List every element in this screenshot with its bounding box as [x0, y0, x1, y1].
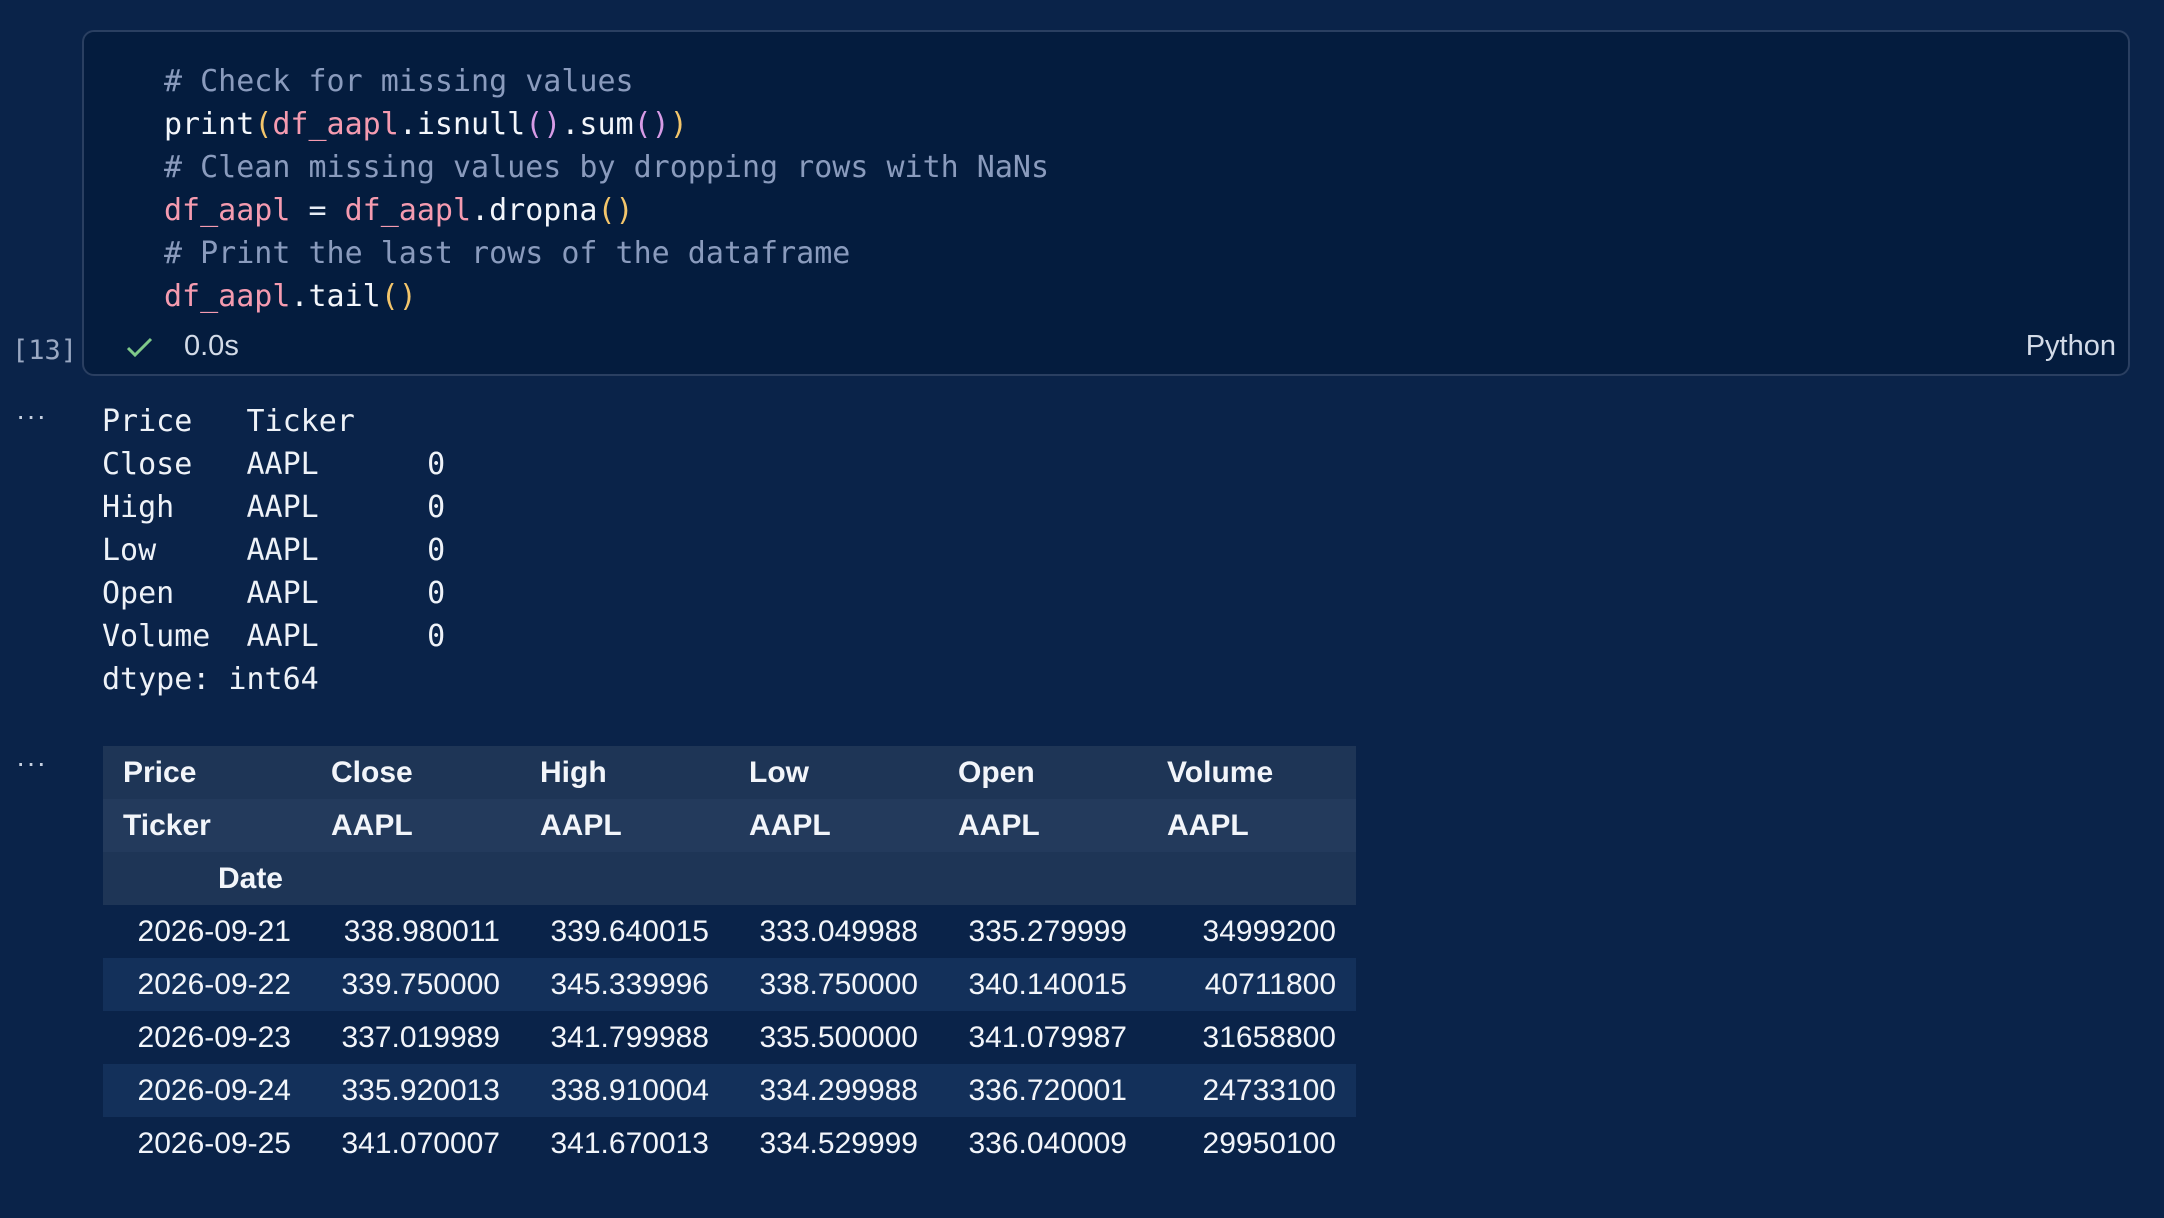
table-cell: 335.500000	[759, 1020, 919, 1054]
index-header-cell: Date	[217, 861, 283, 895]
execution-count: [13]	[12, 335, 78, 366]
table-cell: 341.670013	[550, 1126, 710, 1160]
code-line-3: # Clean missing values by dropping rows …	[164, 146, 1049, 189]
code-line-1: # Check for missing values	[164, 60, 1049, 103]
index-cell: 2026-09-23	[137, 1020, 291, 1054]
header-cell: AAPL	[749, 808, 831, 842]
table-cell: 337.019989	[341, 1020, 501, 1054]
header-cell: Low	[749, 755, 809, 789]
code-variable: df_aapl	[344, 193, 472, 228]
table-cell: 339.750000	[341, 967, 501, 1001]
header-cell: AAPL	[331, 808, 413, 842]
header-cell: Price	[123, 755, 197, 789]
table-header-row: Price Close High Low Open Volume	[103, 746, 1356, 799]
table-cell: 336.040009	[968, 1126, 1128, 1160]
table-cell: 334.299988	[759, 1073, 919, 1107]
table-cell: 333.049988	[759, 914, 919, 948]
table-header-row: Ticker AAPL AAPL AAPL AAPL AAPL	[103, 799, 1356, 852]
code-editor[interactable]: # Check for missing values print(df_aapl.…	[164, 60, 1049, 318]
header-cell: Open	[958, 755, 1035, 789]
code-method: .isnull	[398, 107, 526, 142]
table-cell: 335.279999	[968, 914, 1128, 948]
table-cell: 336.720001	[968, 1073, 1128, 1107]
code-method: .dropna	[471, 193, 598, 228]
code-method: .tail	[290, 279, 381, 314]
dataframe-table: Price Close High Low Open Volume Ticker …	[103, 746, 1356, 1170]
table-cell: 341.079987	[968, 1020, 1128, 1054]
code-function: print	[164, 107, 255, 142]
header-cell: Volume	[1167, 755, 1274, 789]
code-method: .sum	[561, 107, 634, 142]
output-menu-button[interactable]: ···	[16, 747, 47, 779]
header-cell: High	[540, 755, 607, 789]
code-comment: # Clean missing values by dropping rows …	[164, 150, 1050, 185]
table-cell: 340.140015	[968, 967, 1128, 1001]
header-cell: AAPL	[958, 808, 1040, 842]
code-variable: df_aapl	[272, 107, 399, 142]
table-row: 2026-09-22 339.750000 345.339996 338.750…	[103, 958, 1356, 1011]
index-cell: 2026-09-21	[137, 914, 291, 948]
index-cell: 2026-09-22	[137, 967, 291, 1001]
code-line-5: # Print the last rows of the dataframe	[164, 232, 1049, 275]
index-cell: 2026-09-25	[137, 1126, 291, 1160]
cell-status-bar: 0.0s Python	[84, 322, 2128, 374]
header-cell: Close	[331, 755, 413, 789]
table-cell: 339.640015	[550, 914, 710, 948]
code-line-2: print(df_aapl.isnull().sum())	[164, 107, 688, 142]
language-selector[interactable]: Python	[2026, 330, 2116, 363]
table-row: 2026-09-21 338.980011 339.640015 333.049…	[103, 905, 1356, 958]
check-icon	[126, 337, 153, 358]
code-cell[interactable]: # Check for missing values print(df_aapl.…	[82, 30, 2130, 376]
code-comment: # Print the last rows of the dataframe	[164, 236, 851, 271]
index-cell: 2026-09-24	[137, 1073, 291, 1107]
table-header-row: Date	[103, 852, 1356, 905]
output-menu-button[interactable]: ···	[16, 400, 47, 432]
table-cell: 341.070007	[341, 1126, 501, 1160]
code-line-6: df_aapl.tail()	[164, 279, 417, 314]
code-line-4: df_aapl = df_aapl.dropna()	[164, 193, 634, 228]
table-row: 2026-09-24 335.920013 338.910004 334.299…	[103, 1064, 1356, 1117]
text-output: Price Ticker Close AAPL 0 High AAPL 0 Lo…	[102, 404, 446, 697]
table-cell: 335.920013	[341, 1073, 501, 1107]
execution-time: 0.0s	[184, 330, 239, 362]
code-variable: df_aapl	[164, 193, 291, 228]
table-cell: 334.529999	[759, 1126, 919, 1160]
table-cell: 34999200	[1202, 914, 1336, 948]
header-cell: Ticker	[123, 808, 211, 842]
table-cell: 338.750000	[759, 967, 919, 1001]
table-cell: 29950100	[1202, 1126, 1336, 1160]
table-cell: 40711800	[1204, 967, 1336, 1001]
header-cell: AAPL	[540, 808, 622, 842]
table-cell: 24733100	[1202, 1073, 1336, 1107]
table-cell: 345.339996	[550, 967, 710, 1001]
header-cell: AAPL	[1167, 808, 1249, 842]
table-cell: 341.799988	[550, 1020, 710, 1054]
table-row: 2026-09-25 341.070007 341.670013 334.529…	[103, 1117, 1356, 1170]
table-cell: 338.980011	[343, 914, 500, 948]
code-variable: df_aapl	[164, 279, 291, 314]
table-cell: 31658800	[1202, 1020, 1336, 1054]
table-row: 2026-09-23 337.019989 341.799988 335.500…	[103, 1011, 1356, 1064]
code-comment: # Check for missing values	[164, 64, 634, 99]
table-cell: 338.910004	[550, 1073, 710, 1107]
code-operator: =	[290, 193, 345, 228]
